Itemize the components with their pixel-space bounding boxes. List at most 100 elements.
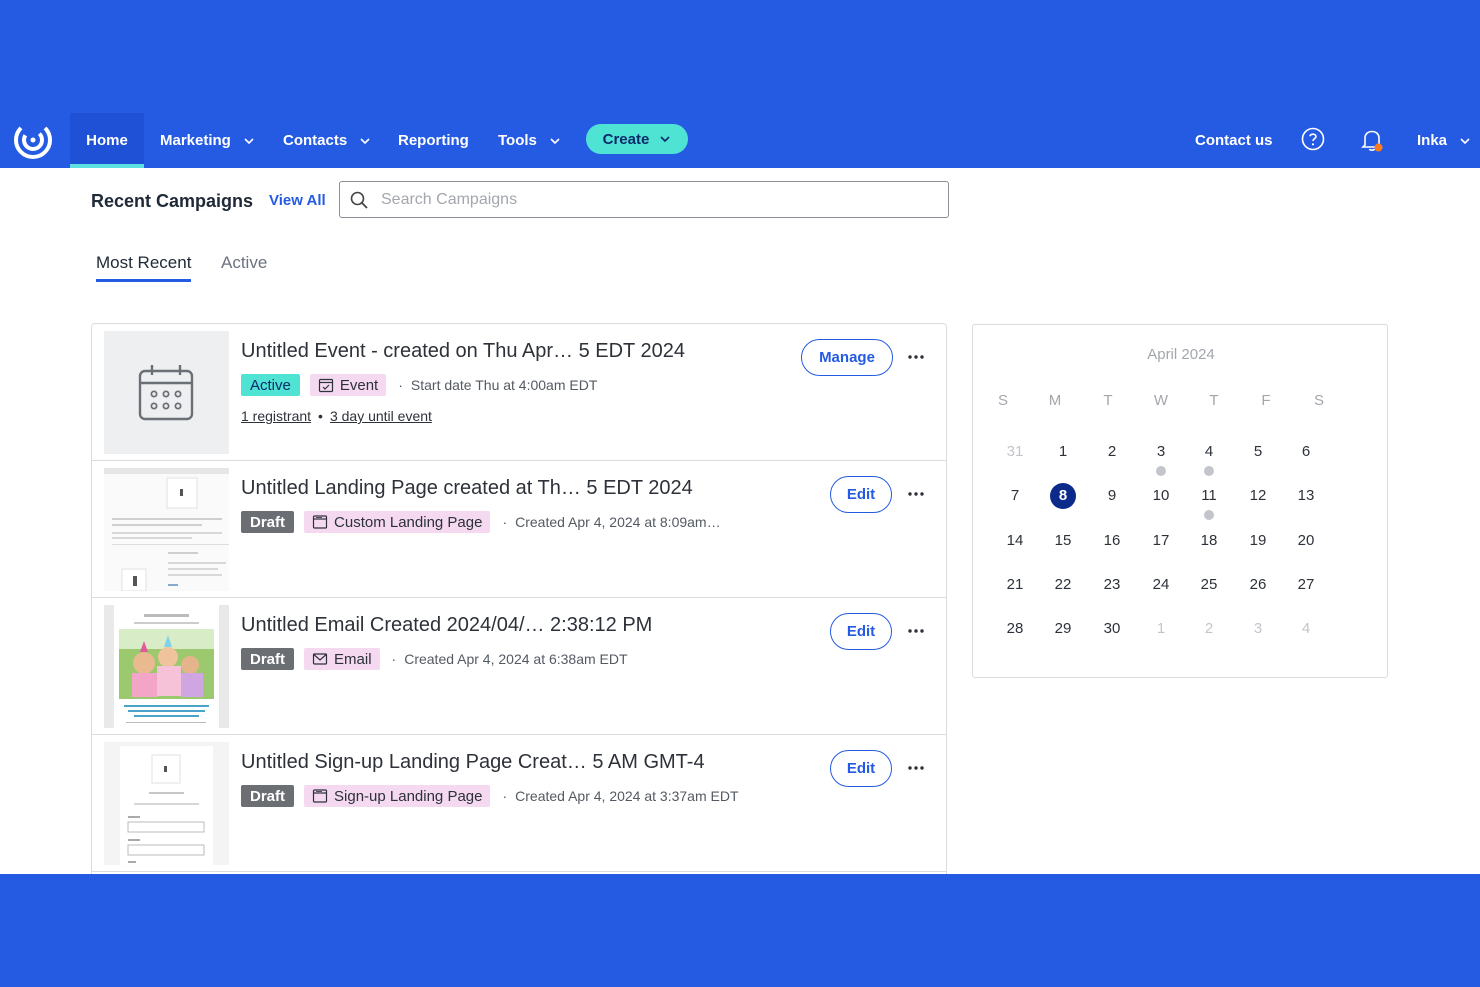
calendar-day[interactable]: 26 <box>1238 570 1278 600</box>
calendar-day[interactable]: 9 <box>1092 481 1132 511</box>
email-preview-icon <box>104 605 229 728</box>
calendar-day[interactable]: 22 <box>1043 570 1083 600</box>
calendar-day[interactable]: 25 <box>1189 570 1229 600</box>
type-badge: Email <box>304 648 380 670</box>
calendar-day[interactable]: 5 <box>1238 437 1278 467</box>
campaign-title[interactable]: Untitled Sign-up Landing Page Creat… 5 A… <box>241 751 705 774</box>
calendar-day[interactable]: 1 <box>1043 437 1083 467</box>
calendar-day[interactable]: 3 <box>1141 437 1181 467</box>
campaign-row-signup-page[interactable]: Untitled Sign-up Landing Page Creat… 5 A… <box>92 735 946 872</box>
view-all-link[interactable]: View All <box>269 192 326 209</box>
calendar-day[interactable]: 6 <box>1286 437 1326 467</box>
nav-contacts-label: Contacts <box>283 132 348 149</box>
nav-contacts[interactable]: Contacts <box>283 113 371 168</box>
calendar-day[interactable]: 24 <box>1141 570 1181 600</box>
calendar-day[interactable]: 29 <box>1043 614 1083 644</box>
calendar-day-number: 27 <box>1297 576 1315 593</box>
more-options-icon[interactable] <box>906 623 926 639</box>
registrant-link[interactable]: 1 registrant <box>241 408 311 424</box>
campaign-thumbnail <box>104 742 229 865</box>
more-options-icon[interactable] <box>906 486 926 502</box>
nav-home[interactable]: Home <box>70 113 144 168</box>
notifications-bell-icon[interactable] <box>1360 127 1384 153</box>
calendar-day[interactable]: 12 <box>1238 481 1278 511</box>
tab-most-recent[interactable]: Most Recent <box>96 253 192 282</box>
type-badge-label: Sign-up Landing Page <box>334 787 483 805</box>
calendar-day[interactable]: 28 <box>995 614 1035 644</box>
nav-tools-label: Tools <box>498 132 537 149</box>
calendar-day[interactable]: 20 <box>1286 526 1326 556</box>
calendar-weekday-label: S <box>997 392 1008 409</box>
more-options-icon[interactable] <box>906 349 926 365</box>
calendar-day[interactable]: 2 <box>1189 614 1229 644</box>
calendar-day[interactable]: 1 <box>1141 614 1181 644</box>
days-until-link[interactable]: 3 day until event <box>330 408 432 424</box>
user-menu[interactable]: Inka <box>1417 113 1471 168</box>
edit-button[interactable]: Edit <box>830 613 892 650</box>
nav-tools[interactable]: Tools <box>498 113 561 168</box>
help-icon[interactable] <box>1301 127 1325 151</box>
tab-active[interactable]: Active <box>221 253 267 273</box>
calendar-day[interactable]: 4 <box>1189 437 1229 467</box>
calendar-day[interactable]: 18 <box>1189 526 1229 556</box>
edit-button[interactable]: Edit <box>830 750 892 787</box>
edit-button[interactable]: Edit <box>830 476 892 513</box>
calendar-day[interactable]: 7 <box>995 481 1035 511</box>
campaign-thumbnail <box>104 605 229 728</box>
campaign-badges: Draft Custom Landing Page Created Apr 4,… <box>241 510 721 534</box>
nav-marketing[interactable]: Marketing <box>160 113 255 168</box>
manage-button[interactable]: Manage <box>801 339 893 376</box>
create-button[interactable]: Create <box>586 124 688 154</box>
calendar-day[interactable]: 4 <box>1286 614 1326 644</box>
calendar-day-number: 12 <box>1249 487 1267 504</box>
campaign-row-landing-page[interactable]: Untitled Landing Page created at Th… 5 E… <box>92 461 946 598</box>
calendar-event-dot <box>1156 466 1166 476</box>
signup-page-preview-icon <box>104 742 229 865</box>
calendar-day-number: 4 <box>1301 620 1311 637</box>
contact-us-link[interactable]: Contact us <box>1195 113 1273 168</box>
calendar-day[interactable]: 11 <box>1189 481 1229 511</box>
calendar-day-number: 16 <box>1103 532 1121 549</box>
campaign-row-email[interactable]: Untitled Email Created 2024/04/… 2:38:12… <box>92 598 946 735</box>
calendar-day[interactable]: 15 <box>1043 526 1083 556</box>
calendar-day[interactable]: 21 <box>995 570 1035 600</box>
calendar-month-title: April 2024 <box>1147 346 1215 363</box>
nav-reporting[interactable]: Reporting <box>398 113 469 168</box>
more-options-icon[interactable] <box>906 760 926 776</box>
nav-reporting-label: Reporting <box>398 132 469 149</box>
calendar-day[interactable]: 10 <box>1141 481 1181 511</box>
status-badge: Draft <box>241 648 295 670</box>
calendar-day[interactable]: 17 <box>1141 526 1181 556</box>
calendar-day[interactable]: 8 <box>1043 481 1083 511</box>
chevron-down-icon <box>360 137 370 144</box>
campaign-title[interactable]: Untitled Email Created 2024/04/… 2:38:12… <box>241 614 652 637</box>
calendar-day-number: 26 <box>1249 576 1267 593</box>
campaign-title[interactable]: Untitled Landing Page created at Th… 5 E… <box>241 477 693 500</box>
chevron-down-icon <box>660 136 670 143</box>
constant-contact-logo-icon[interactable] <box>12 119 54 161</box>
calendar-day[interactable]: 14 <box>995 526 1035 556</box>
campaign-title[interactable]: Untitled Event - created on Thu Apr… 5 E… <box>241 340 685 363</box>
top-navbar: Home Marketing Contacts Reporting Tools … <box>0 113 1480 168</box>
campaign-thumbnail <box>104 468 229 591</box>
calendar-day[interactable]: 31 <box>995 437 1035 467</box>
calendar-day[interactable]: 23 <box>1092 570 1132 600</box>
campaign-meta: Created Apr 4, 2024 at 3:37am EDT <box>502 788 738 804</box>
campaign-links: 1 registrant • 3 day until event <box>241 408 432 424</box>
calendar-day-number: 15 <box>1054 532 1072 549</box>
calendar-day[interactable]: 16 <box>1092 526 1132 556</box>
calendar-day[interactable]: 13 <box>1286 481 1326 511</box>
calendar-day-number: 21 <box>1006 576 1024 593</box>
search-icon <box>350 191 368 209</box>
campaign-thumbnail <box>104 331 229 454</box>
calendar-day-number: 8 <box>1050 483 1076 509</box>
search-campaigns-input[interactable] <box>381 188 931 212</box>
calendar-day[interactable]: 27 <box>1286 570 1326 600</box>
calendar-day[interactable]: 3 <box>1238 614 1278 644</box>
calendar-day[interactable]: 2 <box>1092 437 1132 467</box>
calendar-day[interactable]: 30 <box>1092 614 1132 644</box>
campaign-row-event[interactable]: Untitled Event - created on Thu Apr… 5 E… <box>92 324 946 461</box>
calendar-weekday-label: T <box>1209 392 1219 409</box>
calendar-day[interactable]: 19 <box>1238 526 1278 556</box>
search-campaigns-field[interactable] <box>339 181 949 218</box>
